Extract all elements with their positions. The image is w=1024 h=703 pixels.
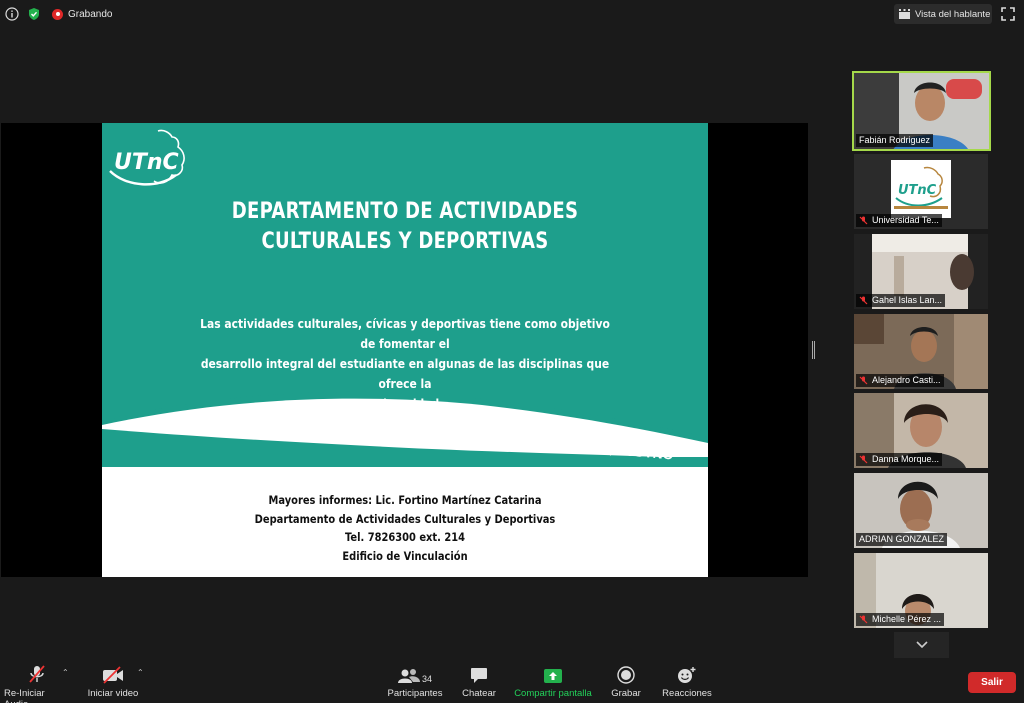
reaction-smiley-icon [677, 664, 697, 684]
record-dot-icon [52, 8, 63, 20]
muted-mic-icon [859, 216, 868, 225]
chat-icon [470, 664, 488, 684]
participant-name: ADRIAN GONZALEZ [856, 533, 948, 546]
video-label: Iniciar video [87, 688, 139, 699]
muted-mic-icon [859, 376, 868, 385]
recording-label: Grabando [68, 8, 113, 20]
top-bar: Grabando [0, 0, 1024, 28]
participants-count: 34 [421, 674, 432, 684]
view-grid-icon [899, 9, 910, 19]
reactions-button[interactable]: Reacciones [661, 664, 713, 699]
participant-tile[interactable]: Michelle Pérez ... [854, 553, 988, 628]
participant-name-text: Gahel Islas Lan... [872, 295, 943, 305]
chat-button[interactable]: Chatear [459, 664, 499, 699]
speaker-view-label: Vista del hablante [915, 8, 991, 20]
chevron-down-icon [915, 641, 928, 649]
svg-text:UTnC: UTnC [898, 183, 937, 198]
slide-title: DEPARTAMENTO DE ACTIVIDADES CULTURALES Y… [157, 197, 654, 257]
fullscreen-icon[interactable] [1001, 7, 1015, 21]
info-line: Mayores informes: Lic. Fortino Martínez … [268, 493, 542, 507]
info-line: Tel. 7826300 ext. 214 [344, 530, 465, 544]
share-screen-label: Compartir pantalla [514, 688, 592, 699]
presentation-slide: UTnC DEPARTAMENTO DE ACTIVIDADES CULTURA… [102, 123, 708, 577]
slide-body-line: Universidad. [366, 396, 444, 411]
participant-name: Gahel Islas Lan... [856, 294, 946, 307]
share-screen-button[interactable]: Compartir pantalla [512, 664, 594, 699]
participant-name: Fabián Rodriguez [856, 134, 934, 147]
slide-title-line: DEPARTAMENTO DE ACTIVIDADES [231, 199, 579, 224]
info-line: Departamento de Actividades Culturales y… [254, 511, 556, 526]
audio-options-caret[interactable]: ⌃ [62, 668, 69, 677]
slide-body-line: desarrollo integral del estudiante en al… [200, 356, 610, 391]
info-line: Edificio de Vinculación [342, 548, 468, 563]
slide-title-line: CULTURALES Y DEPORTIVAS [261, 229, 549, 254]
utnc-logo: UTnC [109, 129, 185, 186]
participants-icon [397, 669, 420, 683]
audio-label: Re-Iniciar Audio [4, 688, 45, 703]
participant-tile[interactable]: Danna Morque... [854, 393, 988, 468]
speaker-view-button[interactable]: Vista del hablante [894, 4, 992, 24]
scroll-down-button[interactable] [894, 632, 949, 658]
participant-tile[interactable]: Alejandro Casti... [854, 314, 988, 389]
participants-icon-group: 34 [397, 664, 432, 684]
participant-name-text: Universidad Te... [872, 215, 939, 225]
slide-body-line: Las actividades culturales, cívicas y de… [200, 316, 610, 351]
participant-name-text: Fabián Rodriguez [859, 135, 931, 145]
leave-button[interactable]: Salir [968, 672, 1016, 693]
panel-resize-handle[interactable] [812, 341, 815, 359]
participant-name: Michelle Pérez ... [856, 613, 945, 626]
participant-tile[interactable]: ADRIAN GONZALEZ [854, 473, 988, 548]
chat-label: Chatear [462, 688, 496, 699]
record-button[interactable]: Grabar [609, 664, 643, 699]
participant-tile[interactable]: Gahel Islas Lan... [854, 234, 988, 309]
participant-tile[interactable]: UTnC Universidad Te... [854, 154, 988, 229]
participant-name: Danna Morque... [856, 453, 943, 466]
recording-indicator[interactable]: Grabando [52, 8, 113, 20]
participant-name: Universidad Te... [856, 214, 942, 227]
muted-mic-icon [859, 296, 868, 305]
video-off-icon [102, 664, 124, 684]
video-button[interactable]: Iniciar video [86, 664, 140, 699]
slide-contact-info: Mayores informes: Lic. Fortino Martínez … [144, 491, 665, 565]
record-icon [617, 664, 635, 684]
video-options-caret[interactable]: ⌃ [137, 668, 144, 677]
muted-mic-icon [28, 664, 46, 684]
share-screen-icon [543, 664, 563, 684]
participant-name: Alejandro Casti... [856, 374, 944, 387]
record-label: Grabar [611, 688, 641, 699]
slide-body-text: Las actividades culturales, cívicas y de… [196, 314, 614, 414]
participant-name-text: Danna Morque... [872, 454, 940, 464]
participants-label: Participantes [387, 688, 443, 699]
muted-mic-icon [859, 455, 868, 464]
reactions-label: Reacciones [662, 688, 712, 699]
participant-name-text: Michelle Pérez ... [872, 614, 942, 624]
muted-mic-icon [859, 615, 868, 624]
leave-label: Salir [981, 677, 1003, 688]
participants-button[interactable]: 34 Participantes [386, 664, 444, 699]
participant-tile[interactable]: Fabián Rodriguez [852, 71, 991, 151]
info-icon[interactable] [4, 6, 20, 22]
zoom-meeting-window: Grabando Vista del hablante UTnC DEPARTA… [0, 0, 1024, 703]
shield-icon[interactable] [26, 6, 42, 22]
audio-button[interactable]: Re-Iniciar Audio [4, 664, 70, 703]
participant-name-text: ADRIAN GONZALEZ [859, 534, 945, 544]
logo-text: UTnC [114, 150, 179, 175]
participant-name-text: Alejandro Casti... [872, 375, 941, 385]
